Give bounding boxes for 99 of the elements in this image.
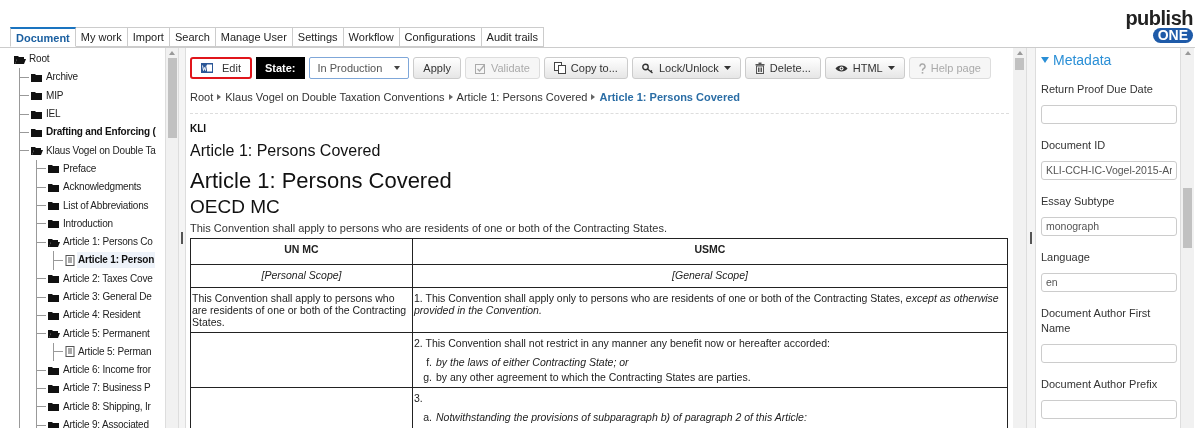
metadata-header[interactable]: Metadata (1041, 51, 1112, 69)
tree-item[interactable]: Introduction (62, 215, 114, 232)
question-icon (918, 62, 926, 74)
table-cell-text: 2. This Convention shall not restrict in any manner any benefit now or hereafter accorded: (414, 336, 831, 349)
toolbar-button[interactable]: Apply (413, 57, 461, 79)
field-label: Document Author First Name (1041, 306, 1152, 336)
text-field[interactable]: en (1041, 272, 1177, 292)
scroll-thumb[interactable] (1015, 58, 1024, 70)
list-item-text: Notwithstanding the provisions of subparagraph b) of paragraph 2 of this Article: (436, 410, 807, 423)
scrollbar[interactable] (1181, 48, 1194, 428)
tree-item[interactable]: Article 1: Persons Co (62, 234, 154, 251)
chevron-icon (217, 94, 222, 101)
toolbar-button[interactable]: Edit (190, 57, 252, 79)
field-label: Language (1041, 250, 1091, 265)
toolbar-button[interactable]: Lock/Unlock (631, 57, 741, 79)
tree-item[interactable]: Article 8: Shipping, Ir (62, 398, 152, 415)
word-icon (201, 62, 213, 74)
table-cell-text: 1. This Convention shall apply only to persons who are residents of one or both of the Contracting States, except as otherwise provided in the Convention. (414, 291, 1000, 316)
key-icon (641, 62, 654, 74)
section-heading: OECD MC (190, 194, 280, 219)
scrollbar[interactable] (166, 48, 178, 428)
breadcrumb-link[interactable]: Root (190, 89, 214, 106)
splitter[interactable] (1026, 48, 1036, 428)
text-field[interactable] (1041, 343, 1177, 363)
scrollbar[interactable] (1013, 48, 1026, 428)
breadcrumb-link[interactable]: Article 1: Persons Covered (456, 89, 588, 106)
tree-item[interactable]: Article 3: General De (62, 289, 153, 305)
tab[interactable]: Workflow (343, 27, 400, 47)
tree-item[interactable]: Article 5: Permanent (62, 325, 151, 342)
caret-icon (723, 66, 731, 70)
tree-item[interactable]: IEL (45, 106, 62, 123)
tree-item[interactable]: Drafting and Enforcing ( (45, 124, 157, 141)
list-item-text: by any other agreement to which the Contracting States are parties. (436, 370, 751, 383)
trash-icon (754, 62, 765, 74)
table-cell-text: [Personal Scope] (260, 268, 343, 281)
state-dropdown[interactable]: In Production (308, 57, 410, 79)
chevron-icon (448, 94, 453, 101)
tree-item[interactable]: Article 4: Resident (62, 307, 142, 324)
tree-item[interactable]: Article 7: Business P (62, 380, 152, 397)
tab[interactable]: Document (10, 27, 76, 47)
breadcrumb-link[interactable]: Klaus Vogel on Double Taxation Conventions (225, 89, 445, 106)
breadcrumb-link[interactable]: Article 1: Persons Covered (599, 89, 741, 106)
tab[interactable]: Audit trails (481, 27, 544, 47)
caret-down-icon (1041, 57, 1049, 63)
table-cell-text: [General Scope] (671, 268, 749, 281)
tab[interactable]: Import (127, 27, 170, 47)
caret-icon (887, 66, 895, 70)
tree-item[interactable]: Article 9: Associated (62, 417, 150, 428)
document-icon (65, 346, 75, 358)
field-label: Return Proof Due Date (1041, 82, 1154, 97)
page-title: Article 1: Persons Covered (190, 166, 452, 195)
field-label: Document ID (1041, 138, 1107, 153)
table-cell-text: This Convention shall apply to persons who are residents of one or both of the Contracting States. (192, 291, 408, 328)
tree-item[interactable]: List of Abbreviations (62, 197, 150, 214)
subheading: Article 1: Persons Covered (190, 140, 381, 161)
logo-badge: ONE (1152, 28, 1193, 43)
text-field[interactable]: KLI-CCH-IC-Vogel-2015-Ar (1041, 160, 1177, 180)
text-field[interactable] (1041, 399, 1177, 419)
list-marker: a. (423, 410, 432, 423)
toolbar-button[interactable]: Copy to... (543, 57, 628, 79)
checkbox-icon (474, 62, 486, 74)
text-field[interactable]: monograph (1041, 216, 1177, 236)
tab[interactable]: Manage User (215, 27, 293, 47)
tree-item[interactable]: MIP (45, 87, 65, 104)
tree-item[interactable]: Article 6: Income fror (62, 362, 152, 379)
scroll-thumb[interactable] (1183, 188, 1192, 248)
copy-icon (553, 62, 566, 74)
chevron-icon (591, 94, 596, 101)
caret-icon (394, 66, 401, 70)
tree-item[interactable]: Root (28, 51, 51, 68)
scroll-thumb[interactable] (167, 58, 177, 138)
tree-item[interactable]: Article 1: Person (77, 252, 156, 269)
tab[interactable]: Settings (292, 27, 344, 47)
text-field[interactable] (1041, 104, 1177, 124)
tree-item[interactable]: Article 2: Taxes Cove (62, 270, 154, 287)
tree-item[interactable]: Archive (45, 69, 79, 86)
toolbar-button[interactable]: Delete... (744, 57, 821, 79)
tab[interactable]: Search (169, 27, 216, 47)
field-label: Essay Subtype (1041, 194, 1116, 209)
toolbar-button[interactable]: HTML (824, 57, 905, 79)
list-marker: g. (423, 370, 432, 383)
state-label: State: (255, 57, 305, 79)
table-cell-text: 3. (414, 391, 424, 404)
tree-item[interactable]: Klaus Vogel on Double Ta (45, 142, 157, 159)
table-cell-text: UN MC (283, 242, 320, 255)
tab[interactable]: My work (75, 27, 128, 47)
source-label: KLI (190, 122, 207, 135)
list-item-text: by the laws of either Contracting State; or (436, 355, 629, 368)
tree-item[interactable]: Acknowledgments (62, 179, 143, 196)
intro-paragraph: This Convention shall apply to persons who are residents of one or both of the Contracting States. (190, 220, 667, 236)
table-cell-text: USMC (693, 242, 727, 255)
list-marker: f. (425, 355, 432, 368)
field-label: Document Author Prefix (1041, 377, 1159, 392)
tree-item[interactable]: Preface (62, 160, 98, 177)
splitter[interactable] (178, 48, 186, 428)
eye-icon (834, 63, 848, 73)
tree-item[interactable]: Article 5: Perman (77, 343, 153, 360)
document-icon (65, 254, 75, 266)
tab[interactable]: Configurations (399, 27, 482, 47)
